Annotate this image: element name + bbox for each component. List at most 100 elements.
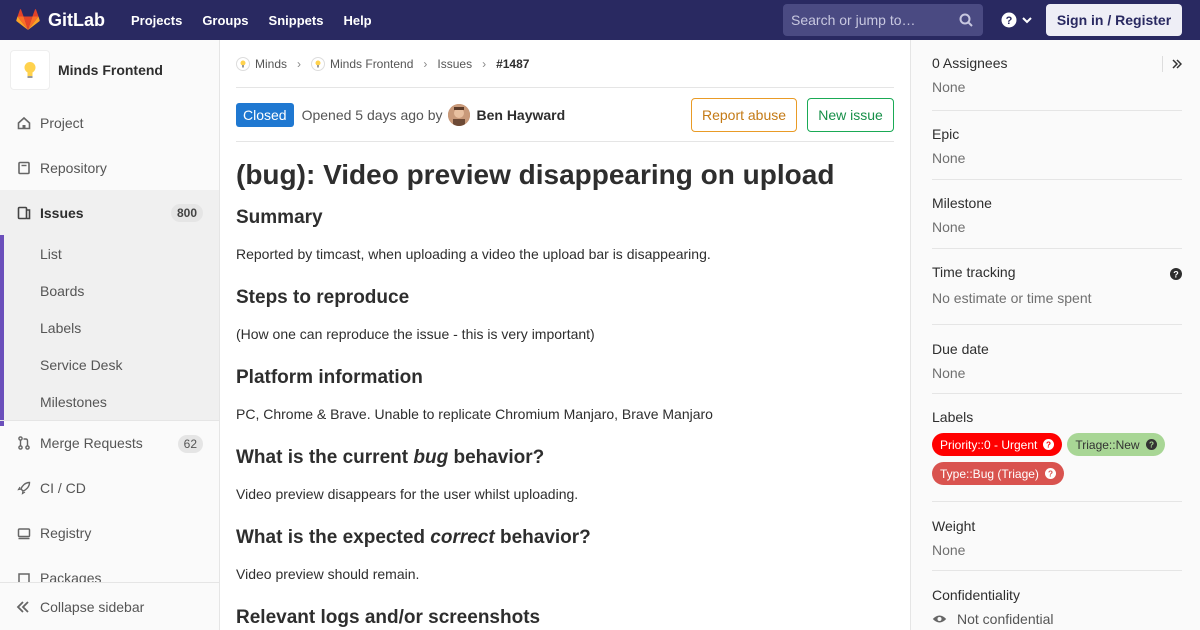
summary-heading: Summary	[236, 207, 323, 228]
project-name: Minds Frontend	[58, 62, 163, 78]
sidebar-subitem-service-desk[interactable]: Service Desk	[0, 346, 219, 383]
container-icon	[16, 526, 32, 540]
help-dropdown[interactable]: ?	[1001, 12, 1032, 28]
sidebar-item-issues[interactable]: Issues 800	[0, 190, 219, 235]
epic-title: Epic	[932, 126, 960, 142]
sidebar-item-label: Merge Requests	[40, 435, 143, 451]
project-header[interactable]: Minds Frontend	[0, 40, 219, 100]
heading-text: What is the expected	[236, 527, 431, 548]
right-sidebar: 0 Assignees None Epic None Milestone Non…	[910, 40, 1200, 630]
nav-snippets[interactable]: Snippets	[269, 13, 324, 28]
platform-text: PC, Chrome & Brave. Unable to replicate …	[236, 406, 713, 422]
signin-register-button[interactable]: Sign in / Register	[1046, 4, 1182, 36]
gitlab-logo-icon	[16, 9, 40, 31]
collapse-sidebar-label: Collapse sidebar	[40, 598, 145, 615]
chevron-right-icon: ›	[482, 56, 487, 71]
brand-name: GitLab	[48, 9, 105, 30]
label-triage[interactable]: Triage::New ?	[1067, 433, 1165, 456]
search-input[interactable]	[791, 12, 951, 28]
assignees-block: 0 Assignees None	[932, 40, 1182, 111]
svg-text:?: ?	[1149, 441, 1154, 450]
search-box[interactable]	[783, 4, 983, 36]
lightbulb-icon	[236, 56, 250, 71]
logs-heading: Relevant logs and/or screenshots	[236, 607, 541, 628]
question-circle-icon[interactable]: ?	[1170, 268, 1182, 280]
sidebar-item-repository[interactable]: Repository	[0, 145, 219, 190]
summary-text: Reported by timcast, when uploading a vi…	[236, 246, 711, 262]
sidebar-item-label: Issues	[40, 204, 84, 221]
weight-block: Weight None	[932, 502, 1182, 571]
heading-text: behavior?	[494, 527, 591, 548]
expected-behavior-heading: What is the expected correct behavior?	[236, 526, 894, 550]
sidebar-item-merge-requests[interactable]: Merge Requests 62	[0, 420, 219, 465]
chevron-down-icon	[1022, 16, 1032, 24]
sidebar-subitem-labels[interactable]: Labels	[0, 309, 219, 346]
project-avatar	[10, 50, 50, 90]
rocket-icon	[16, 481, 32, 495]
collapse-icon	[16, 600, 30, 613]
epic-value: None	[932, 150, 966, 166]
sidebar-item-label: Repository	[40, 159, 107, 176]
time-tracking-title: Time tracking	[932, 264, 1016, 280]
breadcrumb-project-label: Minds Frontend	[330, 56, 414, 71]
issue-main: Minds › Minds Frontend › Issues › #1487 …	[236, 40, 894, 630]
chevron-right-icon: ›	[297, 56, 302, 71]
label-text: Priority::0 - Urgent	[940, 437, 1038, 452]
merge-requests-count-badge: 62	[177, 435, 203, 453]
sidebar-item-label: Project	[40, 114, 84, 131]
milestone-title: Milestone	[932, 195, 992, 211]
question-circle-icon: ?	[1044, 468, 1056, 479]
heading-text: What is the current	[236, 447, 414, 468]
confidentiality-value: Not confidential	[957, 611, 1054, 627]
breadcrumb-group-label: Minds	[255, 56, 288, 71]
question-circle-icon: ?	[1043, 439, 1055, 450]
nav-groups[interactable]: Groups	[202, 13, 248, 28]
sidebar-item-label: Registry	[40, 524, 92, 541]
author-name[interactable]: Ben Hayward	[476, 107, 565, 123]
nav-projects[interactable]: Projects	[131, 13, 182, 28]
time-tracking-value: No estimate or time spent	[932, 290, 1092, 306]
gitlab-home-link[interactable]: GitLab	[16, 9, 105, 31]
label-type[interactable]: Type::Bug (Triage) ?	[932, 462, 1064, 485]
label-priority[interactable]: Priority::0 - Urgent ?	[932, 433, 1063, 456]
labels-list: Priority::0 - Urgent ? Triage::New ? Typ…	[932, 433, 1182, 491]
sidebar-item-registry[interactable]: Registry	[0, 510, 219, 555]
svg-text:?: ?	[1046, 441, 1051, 450]
help-icon: ?	[1001, 12, 1017, 28]
lightbulb-icon	[23, 61, 37, 79]
new-issue-button[interactable]: New issue	[807, 98, 894, 132]
collapse-sidebar-button[interactable]: Collapse sidebar	[0, 582, 219, 630]
book-icon	[16, 161, 32, 175]
assignees-title: 0 Assignees	[932, 55, 1008, 71]
avatar[interactable]	[448, 103, 471, 126]
confidentiality-title: Confidentiality	[932, 587, 1020, 603]
status-badge: Closed	[236, 102, 294, 127]
due-date-block: Due date None	[932, 325, 1182, 394]
sidebar-subitem-boards[interactable]: Boards	[0, 272, 219, 309]
weight-title: Weight	[932, 518, 976, 534]
opened-text: Opened 5 days ago by	[301, 106, 443, 123]
sidebar-item-cicd[interactable]: CI / CD	[0, 465, 219, 510]
issues-group: Issues 800 List Boards Labels Service De…	[0, 190, 219, 426]
current-behavior-text: Video preview disappears for the user wh…	[236, 486, 579, 502]
breadcrumb-group[interactable]: Minds	[236, 56, 288, 71]
svg-text:?: ?	[1006, 15, 1013, 27]
sidebar-item-project[interactable]: Project	[0, 100, 219, 145]
steps-text: (How one can reproduce the issue - this …	[236, 326, 595, 342]
heading-emphasis: correct	[430, 527, 495, 548]
weight-value: None	[932, 542, 966, 558]
label-text: Triage::New	[1075, 437, 1140, 452]
confidentiality-status: Not confidential	[932, 611, 1182, 627]
sidebar-subitem-milestones[interactable]: Milestones	[0, 383, 219, 420]
breadcrumb-project[interactable]: Minds Frontend	[311, 56, 414, 71]
breadcrumb-current[interactable]: #1487	[496, 57, 529, 71]
confidentiality-block: Confidentiality Not confidential	[932, 571, 1182, 630]
issue-header: Closed Opened 5 days ago by Ben Hayward …	[236, 88, 894, 142]
expand-right-icon[interactable]	[1162, 56, 1182, 72]
steps-heading: Steps to reproduce	[236, 287, 410, 308]
nav-help[interactable]: Help	[343, 13, 371, 28]
issues-count-badge: 800	[170, 204, 203, 222]
breadcrumb-issues[interactable]: Issues	[437, 57, 472, 71]
sidebar-subitem-list[interactable]: List	[0, 235, 219, 272]
report-abuse-button[interactable]: Report abuse	[691, 98, 797, 132]
